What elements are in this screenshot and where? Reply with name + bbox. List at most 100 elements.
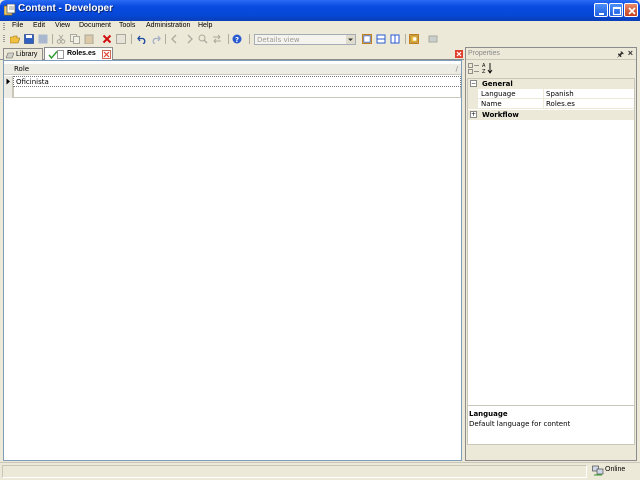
close-button[interactable]: [624, 3, 638, 17]
open-folder-icon[interactable]: [10, 34, 20, 44]
copy-icon[interactable]: [70, 34, 80, 44]
document-icon: [57, 50, 64, 59]
role-cell[interactable]: Oficinista: [13, 76, 461, 87]
row-header[interactable]: [4, 76, 13, 87]
main-toolbar: ? Details view: [0, 33, 640, 45]
properties-titlebar[interactable]: Properties 🖈 ×: [466, 48, 636, 60]
status-bar: Online: [0, 462, 640, 480]
close-document-icon[interactable]: [455, 50, 463, 58]
undo-icon[interactable]: [137, 34, 147, 44]
table-row[interactable]: Oficinista: [4, 76, 461, 87]
menu-bar: File Edit View Document Tools Administra…: [0, 21, 640, 33]
library-icon: [6, 52, 14, 59]
svg-text:?: ?: [235, 36, 239, 44]
sync-icon[interactable]: [428, 34, 438, 44]
column-resize-grip[interactable]: /: [456, 65, 458, 73]
properties-icon[interactable]: [116, 34, 126, 44]
app-icon: [4, 4, 16, 16]
minimize-icon: [599, 13, 604, 15]
properties-panel-icon[interactable]: [409, 34, 419, 44]
alphabetical-sort-icon[interactable]: AZ: [482, 62, 494, 74]
grid-header: Role /: [4, 64, 461, 75]
property-value-name[interactable]: Roles.es: [544, 99, 634, 109]
save-all-icon[interactable]: [38, 34, 48, 44]
connection-status: Online: [605, 466, 626, 473]
close-tab-icon[interactable]: [102, 50, 111, 59]
menu-tools[interactable]: Tools: [118, 22, 136, 29]
categorized-view-icon[interactable]: [468, 63, 479, 74]
horizontal-split-layout-icon[interactable]: [376, 34, 386, 44]
view-mode-select[interactable]: Details view: [254, 34, 356, 45]
forward-icon[interactable]: [184, 34, 194, 44]
menubar-grip[interactable]: [3, 23, 5, 31]
document-editor[interactable]: Role / Oficinista: [3, 60, 462, 461]
tab-roles-es[interactable]: Roles.es: [44, 47, 113, 61]
row-header[interactable]: [4, 87, 13, 98]
property-description-title: Language: [469, 410, 508, 418]
tab-roles-es-label: Roles.es: [67, 50, 96, 57]
category-general-label: General: [482, 80, 513, 88]
maximize-icon: [612, 6, 622, 16]
menu-edit[interactable]: Edit: [32, 22, 46, 29]
menu-administration[interactable]: Administration: [145, 22, 191, 29]
property-row-language[interactable]: Language Spanish: [468, 89, 634, 99]
toolbar-separator: [52, 34, 53, 44]
single-pane-layout-icon[interactable]: [362, 34, 372, 44]
new-row[interactable]: [4, 87, 461, 98]
cut-icon[interactable]: [56, 34, 66, 44]
collapse-icon[interactable]: −: [470, 80, 477, 87]
menu-view[interactable]: View: [54, 22, 71, 29]
chevron-down-icon[interactable]: [346, 35, 355, 44]
window-titlebar[interactable]: Content - Developer: [0, 0, 640, 21]
tab-library-label: Library: [16, 51, 38, 58]
replace-icon[interactable]: [212, 34, 222, 44]
vertical-split-layout-icon[interactable]: [390, 34, 400, 44]
document-tabstrip: Library Roles.es: [0, 47, 464, 61]
toolbar-separator: [165, 34, 166, 44]
toolbar-separator: [228, 34, 229, 44]
expand-icon[interactable]: +: [470, 111, 477, 118]
menu-help[interactable]: Help: [197, 22, 213, 29]
close-icon: [628, 7, 636, 15]
property-gutter: [468, 99, 478, 109]
svg-text:Z: Z: [482, 69, 486, 74]
column-header-role[interactable]: Role: [14, 65, 29, 73]
new-role-cell[interactable]: [13, 87, 461, 98]
property-gutter: [468, 89, 478, 99]
help-icon[interactable]: ?: [232, 34, 242, 44]
current-row-arrow-icon: [6, 78, 10, 85]
property-description-text: Default language for content: [469, 420, 571, 428]
maximize-button[interactable]: [609, 3, 623, 17]
toolbar-separator: [131, 34, 132, 44]
back-icon[interactable]: [170, 34, 180, 44]
property-name: Name: [478, 99, 544, 109]
tab-library[interactable]: Library: [3, 48, 43, 60]
property-name: Language: [478, 89, 544, 99]
category-general[interactable]: − General: [468, 79, 634, 89]
category-workflow-label: Workflow: [482, 111, 519, 119]
menu-file[interactable]: File: [11, 22, 24, 29]
close-panel-icon[interactable]: ×: [628, 48, 633, 58]
property-row-name[interactable]: Name Roles.es: [468, 99, 634, 109]
properties-panel: Properties 🖈 × AZ − General Language Spa…: [465, 47, 637, 461]
category-workflow[interactable]: + Workflow: [468, 110, 634, 120]
save-icon[interactable]: [24, 34, 34, 44]
view-mode-select-value: Details view: [257, 36, 300, 44]
property-value-language[interactable]: Spanish: [544, 89, 634, 99]
redo-icon[interactable]: [151, 34, 161, 44]
delete-icon[interactable]: [102, 34, 112, 44]
status-message-pane: [2, 465, 587, 478]
paste-icon[interactable]: [84, 34, 94, 44]
property-grid[interactable]: − General Language Spanish Name Roles.es…: [467, 78, 635, 445]
window-title: Content - Developer: [18, 3, 114, 14]
toolbar-grip[interactable]: [3, 35, 5, 43]
properties-title: Properties: [468, 50, 500, 57]
toolbar-separator: [405, 34, 406, 44]
property-description: Language Default language for content: [467, 405, 635, 461]
minimize-button[interactable]: [594, 3, 608, 17]
properties-toolbar: AZ: [466, 61, 636, 75]
network-online-icon: [592, 465, 604, 476]
toolbar-separator: [249, 34, 250, 44]
menu-document[interactable]: Document: [78, 22, 112, 29]
find-icon[interactable]: [198, 34, 208, 44]
